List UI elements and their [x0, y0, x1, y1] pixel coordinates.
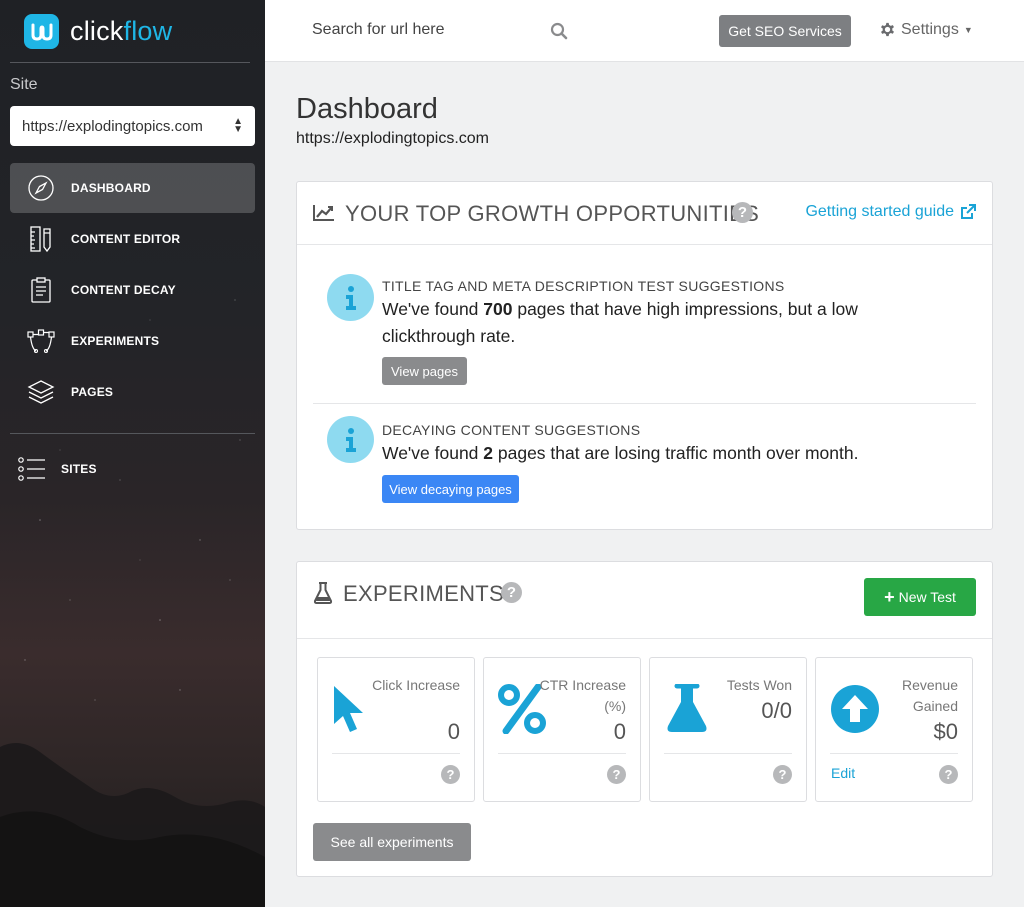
- flask-icon: [313, 582, 333, 609]
- clipboard-icon: [25, 274, 57, 306]
- settings-dropdown[interactable]: Settings ▼: [878, 20, 973, 39]
- sidebar-item-label: CONTENT EDITOR: [71, 232, 181, 246]
- stat-divider: [664, 753, 792, 754]
- growth-title: YOUR TOP GROWTH OPPORTUNITIES: [345, 201, 760, 226]
- opportunity-text: We've found 700 pages that have high imp…: [382, 299, 858, 346]
- sidebar-divider: [10, 62, 250, 63]
- caret-down-icon: ▼: [963, 24, 973, 35]
- plus-icon: +: [884, 586, 895, 607]
- sidebar-item-label: DASHBOARD: [71, 181, 151, 195]
- sidebar-item-content-editor[interactable]: CONTENT EDITOR: [10, 214, 255, 264]
- stat-value: 0/0: [761, 698, 792, 723]
- view-decaying-pages-button[interactable]: View decaying pages: [382, 475, 519, 503]
- stat-card-revenue-gained: Revenue Gained $0 Edit ?: [815, 657, 973, 802]
- gear-icon: [878, 20, 897, 39]
- new-test-label: New Test: [898, 589, 956, 605]
- experiments-card: EXPERIMENTS ? + New Test Click Increase 0…: [296, 561, 993, 877]
- opportunity-item: TITLE TAG AND META DESCRIPTION TEST SUGG…: [313, 260, 976, 390]
- getting-started-label: Getting started guide: [805, 203, 954, 220]
- clickflow-logo[interactable]: clickflow: [24, 14, 172, 49]
- stat-divider: [332, 753, 460, 754]
- sidebar-item-label: CONTENT DECAY: [71, 283, 176, 297]
- topbar: Search for url here Get SEO Services Set…: [265, 0, 1024, 62]
- sidebar-item-label: SITES: [61, 462, 97, 476]
- help-icon[interactable]: ?: [607, 765, 626, 784]
- stat-label: Revenue Gained: [901, 677, 958, 714]
- stat-divider: [830, 753, 958, 754]
- settings-label: Settings: [901, 20, 959, 38]
- help-icon[interactable]: ?: [501, 582, 522, 603]
- opportunity-title: DECAYING CONTENT SUGGESTIONS: [382, 422, 641, 438]
- trend-chart-icon: [313, 204, 335, 227]
- cursor-icon: [332, 684, 366, 739]
- compass-icon: [25, 172, 57, 204]
- stat-label: Tests Won: [726, 677, 792, 693]
- sidebar-divider: [10, 433, 255, 434]
- site-select[interactable]: https://explodingtopics.com ▲ ▼: [10, 106, 255, 146]
- external-link-icon: [961, 204, 976, 219]
- sidebar-item-content-decay[interactable]: CONTENT DECAY: [10, 265, 255, 315]
- sidebar: clickflow Site https://explodingtopics.c…: [0, 0, 265, 907]
- help-icon[interactable]: ?: [732, 202, 753, 223]
- ruler-pencil-icon: [25, 223, 57, 255]
- stat-card-click-increase: Click Increase 0 ?: [317, 657, 475, 802]
- sidebar-item-pages[interactable]: PAGES: [10, 367, 255, 417]
- page-title: Dashboard: [296, 93, 438, 125]
- opportunity-text: We've found 2 pages that are losing traf…: [382, 443, 859, 463]
- opportunity-item: DECAYING CONTENT SUGGESTIONS We've found…: [313, 404, 976, 514]
- stat-label: Click Increase: [372, 677, 460, 693]
- stat-value: $0: [933, 719, 958, 744]
- sidebar-item-sites[interactable]: SITES: [0, 444, 245, 494]
- stat-card-ctr-increase: CTR Increase (%) 0 ?: [483, 657, 641, 802]
- see-all-experiments-button[interactable]: See all experiments: [313, 823, 471, 861]
- edit-link[interactable]: Edit: [831, 765, 855, 781]
- layers-icon: [25, 376, 57, 408]
- sidebar-item-experiments[interactable]: EXPERIMENTS: [10, 316, 255, 366]
- help-icon[interactable]: ?: [939, 765, 958, 784]
- card-header: YOUR TOP GROWTH OPPORTUNITIES ? Getting …: [297, 182, 992, 245]
- sidebar-item-label: EXPERIMENTS: [71, 334, 160, 348]
- card-header: EXPERIMENTS ? + New Test: [297, 562, 992, 639]
- help-icon[interactable]: ?: [773, 765, 792, 784]
- getting-started-link[interactable]: Getting started guide: [805, 203, 976, 221]
- new-test-button[interactable]: + New Test: [864, 578, 976, 616]
- stat-divider: [498, 753, 626, 754]
- sidebar-item-label: PAGES: [71, 385, 114, 399]
- stat-label: CTR Increase (%): [539, 677, 626, 714]
- logo-text: clickflow: [70, 16, 173, 46]
- opportunity-title: TITLE TAG AND META DESCRIPTION TEST SUGG…: [382, 278, 785, 294]
- select-arrows-icon: ▲ ▼: [233, 116, 243, 135]
- help-icon[interactable]: ?: [441, 765, 460, 784]
- info-icon: [327, 416, 374, 463]
- page-subtitle: https://explodingtopics.com: [296, 130, 489, 147]
- sidebar-item-dashboard[interactable]: DASHBOARD: [10, 163, 255, 213]
- logo-icon: [24, 14, 59, 49]
- get-seo-services-button[interactable]: Get SEO Services: [719, 15, 851, 47]
- site-select-value: https://explodingtopics.com: [22, 117, 203, 135]
- experiments-title: EXPERIMENTS: [343, 581, 504, 606]
- vector-path-icon: [25, 325, 57, 357]
- search-input[interactable]: Search for url here: [312, 21, 445, 39]
- list-icon: [16, 453, 48, 485]
- view-pages-button[interactable]: View pages: [382, 357, 467, 385]
- info-icon: [327, 274, 374, 321]
- mountain-silhouette: [0, 743, 265, 907]
- stat-value: 0: [613, 719, 626, 744]
- growth-opportunities-card: YOUR TOP GROWTH OPPORTUNITIES ? Getting …: [296, 181, 993, 530]
- search-icon[interactable]: [550, 22, 568, 45]
- site-label: Site: [10, 76, 38, 93]
- stat-value: 0: [447, 719, 460, 744]
- stat-card-tests-won: Tests Won 0/0 ?: [649, 657, 807, 802]
